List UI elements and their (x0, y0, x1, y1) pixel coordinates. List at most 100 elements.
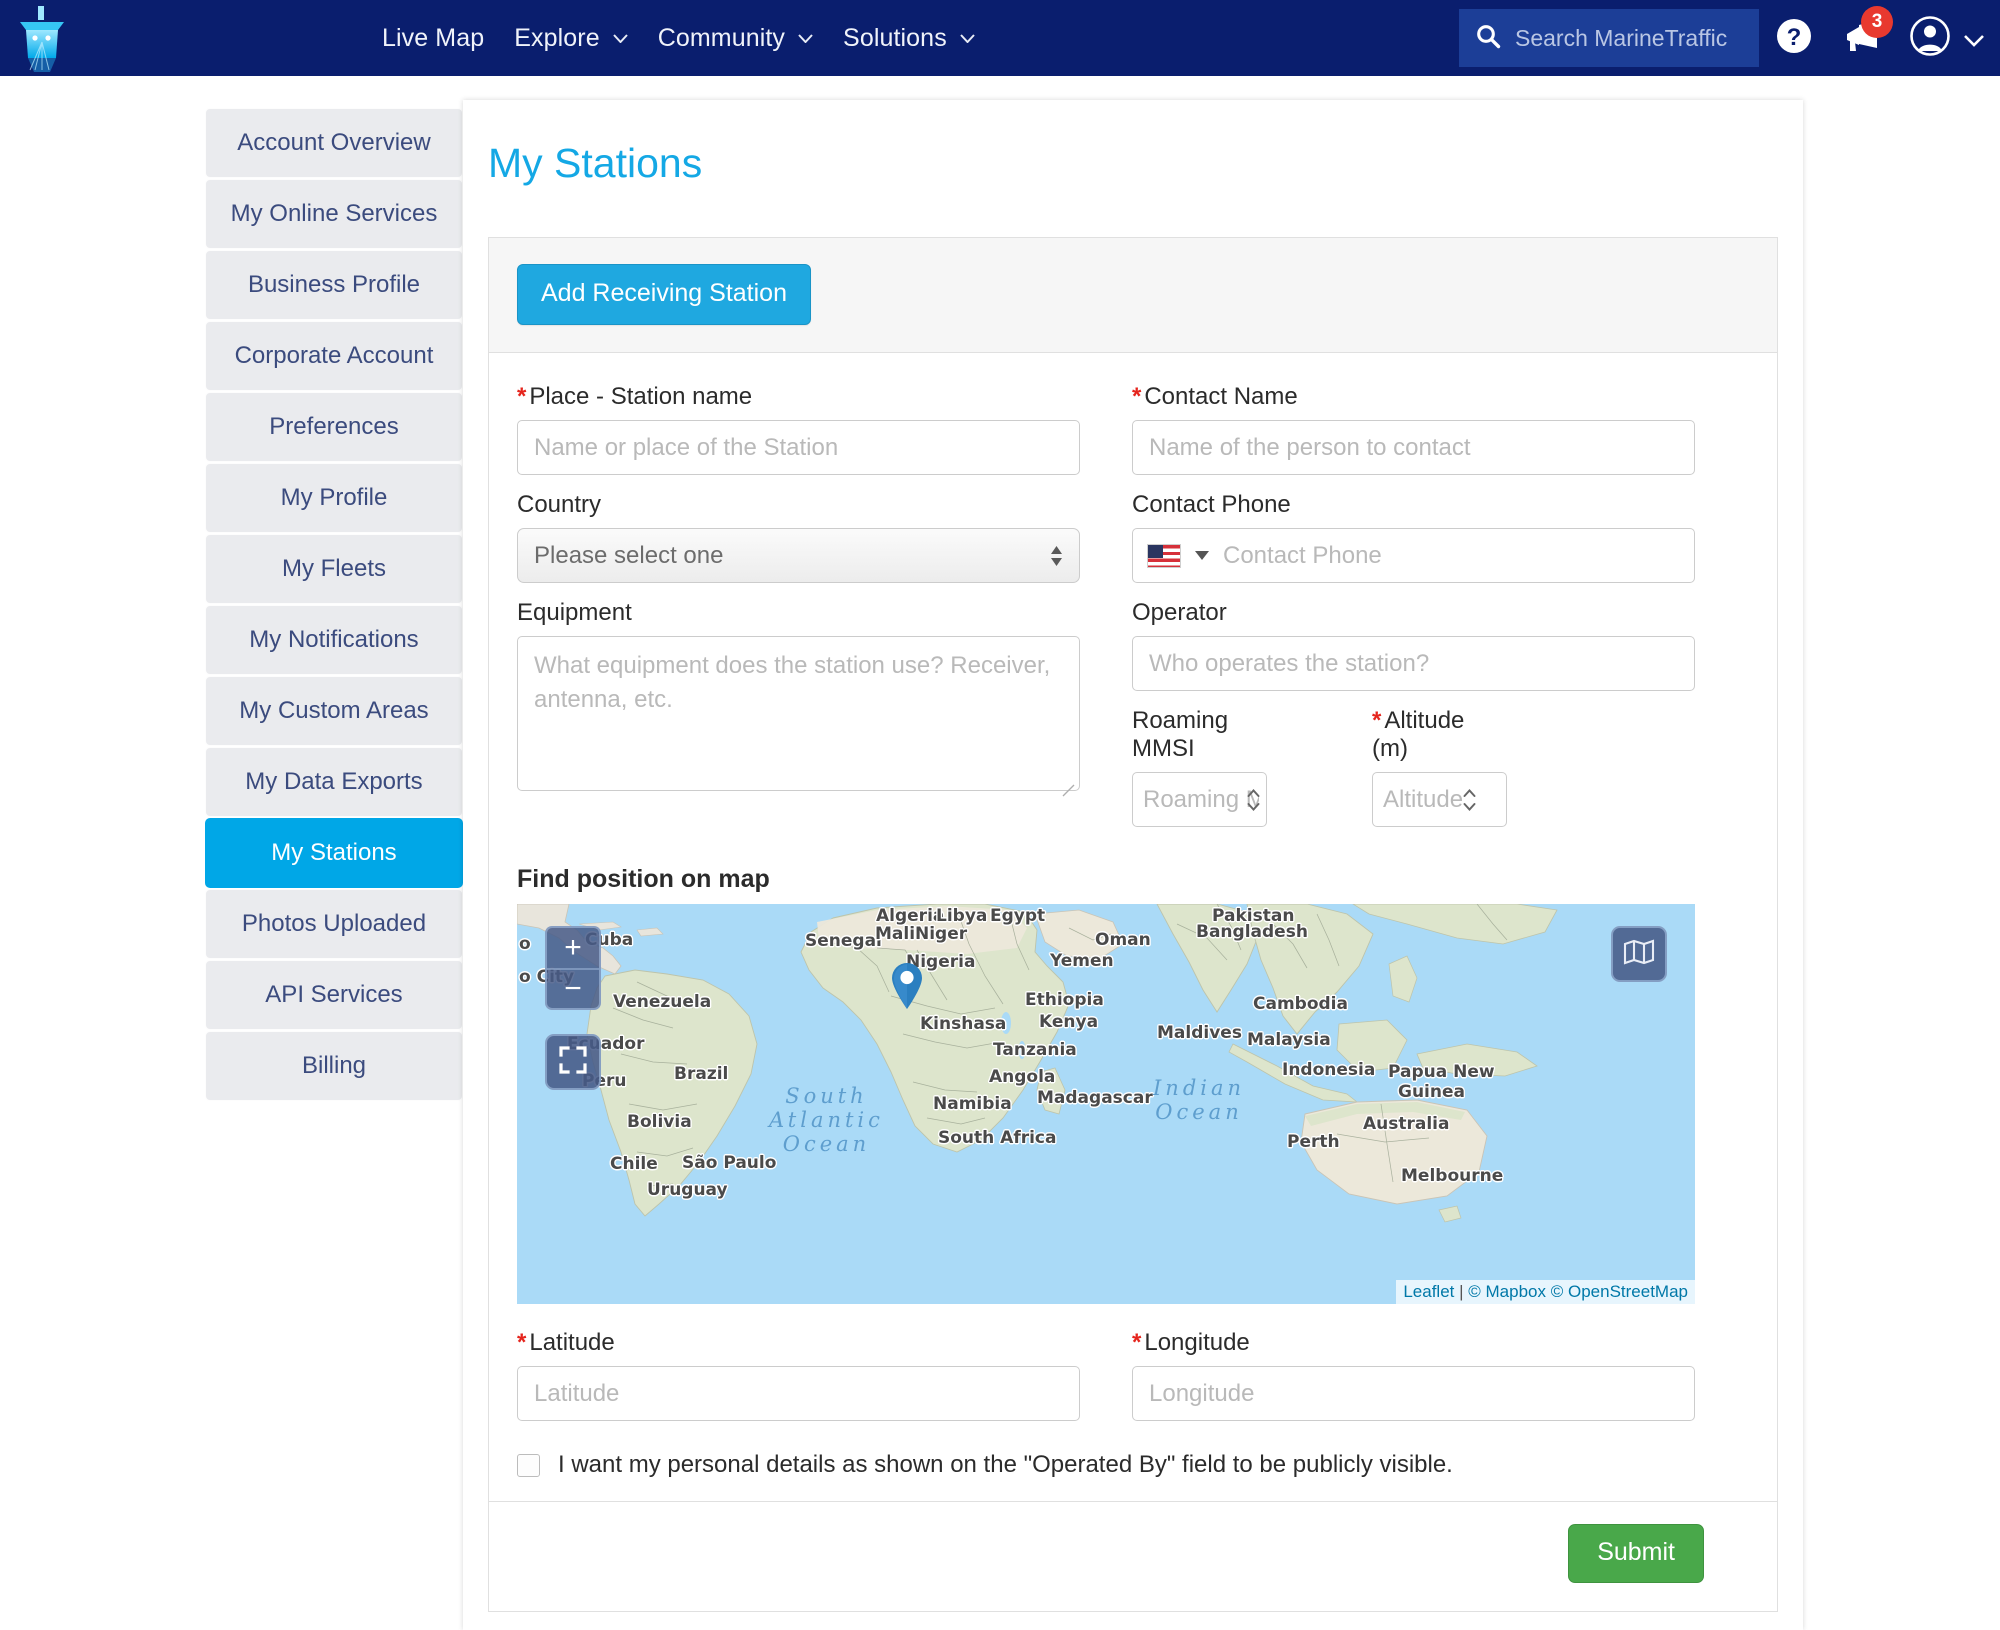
chevron-down-icon (1195, 551, 1209, 560)
nav-item-community[interactable]: Community (658, 24, 813, 53)
operator-input[interactable]: Who operates the station? (1132, 636, 1695, 691)
fullscreen-button[interactable] (545, 1034, 601, 1090)
number-stepper-icon[interactable] (1247, 788, 1260, 812)
public-details-row[interactable]: I want my personal details as shown on t… (517, 1451, 1749, 1479)
sidebar-item-corporate-account[interactable]: Corporate Account (205, 321, 463, 391)
chevron-down-icon (613, 34, 628, 43)
sidebar-item-my-profile[interactable]: My Profile (205, 463, 463, 533)
mmsi-altitude-row: Roaming MMSI Roaming MMSI (1132, 707, 1695, 843)
us-flag-icon (1147, 544, 1181, 568)
field-roaming-mmsi: Roaming MMSI Roaming MMSI (1132, 707, 1267, 827)
sidebar-item-my-data-exports[interactable]: My Data Exports (205, 747, 463, 817)
latitude-input[interactable]: Latitude (517, 1366, 1080, 1421)
sidebar-item-label: Preferences (269, 413, 398, 441)
page-title: My Stations (488, 140, 1803, 187)
longitude-label: *Longitude (1132, 1329, 1695, 1357)
sidebar-item-my-online-services[interactable]: My Online Services (205, 179, 463, 249)
coordinates-row: * Latitude Latitude *Longitude Longitude (517, 1329, 1749, 1421)
sidebar-item-my-fleets[interactable]: My Fleets (205, 534, 463, 604)
roaming-mmsi-input[interactable]: Roaming MMSI (1132, 772, 1267, 827)
fullscreen-icon (558, 1045, 588, 1080)
sidebar-item-my-stations[interactable]: My Stations (205, 818, 463, 888)
announcements-button[interactable]: 3 (1829, 0, 1899, 76)
chevron-down-icon (1963, 34, 1978, 43)
required-asterisk: * (517, 383, 526, 410)
station-form: *Place - Station name Name or place of t… (489, 353, 1777, 1611)
nav-item-solutions[interactable]: Solutions (843, 24, 975, 53)
contact-name-input[interactable]: Name of the person to contact (1132, 420, 1695, 475)
help-button[interactable]: ? (1759, 0, 1829, 76)
sidebar-item-label: API Services (265, 981, 402, 1009)
country-select[interactable]: Please select one (517, 528, 1080, 583)
sidebar-item-label: Account Overview (237, 129, 430, 157)
resize-handle-icon[interactable] (1061, 773, 1075, 787)
number-stepper-icon[interactable] (1463, 788, 1476, 812)
altitude-input[interactable]: Altitude (1372, 772, 1507, 827)
phone-country-selector[interactable] (1133, 544, 1209, 568)
nav-item-live-map[interactable]: Live Map (382, 24, 484, 53)
location-marker-icon[interactable] (890, 962, 924, 1010)
zoom-out-button[interactable]: − (547, 968, 599, 1008)
field-contact-phone: Contact Phone Contact Phone (1132, 491, 1695, 583)
operator-label: Operator (1132, 599, 1695, 627)
station-name-input[interactable]: Name or place of the Station (517, 420, 1080, 475)
label-text: Latitude (529, 1329, 614, 1356)
sidebar-item-label: My Fleets (282, 555, 386, 583)
sidebar-item-preferences[interactable]: Preferences (205, 392, 463, 462)
zoom-in-button[interactable]: + (547, 928, 599, 968)
position-picker-map[interactable]: oo CityCubaVenezuelaEcuadorPeruBrazilBol… (517, 904, 1695, 1304)
chevron-down-icon (798, 34, 813, 43)
station-name-label: *Place - Station name (517, 383, 1080, 411)
contact-phone-label: Contact Phone (1132, 491, 1695, 519)
longitude-input[interactable]: Longitude (1132, 1366, 1695, 1421)
search-icon (1475, 23, 1501, 54)
sidebar-item-label: Billing (302, 1052, 366, 1080)
form-two-column-grid: *Place - Station name Name or place of t… (517, 383, 1749, 843)
placeholder-text: Altitude (1383, 786, 1463, 814)
nav-item-label: Explore (514, 24, 599, 53)
sidebar-item-billing[interactable]: Billing (205, 1031, 463, 1101)
placeholder-text: Latitude (534, 1380, 619, 1408)
public-details-checkbox[interactable] (517, 1454, 540, 1477)
sidebar-item-label: Photos Uploaded (242, 910, 426, 938)
nav-item-label: Solutions (843, 24, 947, 53)
sidebar-item-api-services[interactable]: API Services (205, 960, 463, 1030)
nav-item-explore[interactable]: Explore (514, 24, 627, 53)
label-text: Place - Station name (529, 383, 752, 410)
mapbox-link[interactable]: © Mapbox (1468, 1282, 1546, 1301)
main-nav-links: Live Map Explore Community Solutions (382, 24, 975, 53)
notification-badge: 3 (1861, 6, 1893, 38)
contact-phone-input[interactable]: Contact Phone (1132, 528, 1695, 583)
sidebar-item-photos-uploaded[interactable]: Photos Uploaded (205, 889, 463, 959)
map-landmass-shapes (517, 904, 1695, 1304)
placeholder-text: Name of the person to contact (1149, 434, 1471, 462)
help-circle-icon: ? (1775, 17, 1813, 60)
sidebar-item-my-notifications[interactable]: My Notifications (205, 605, 463, 675)
sidebar-item-label: My Stations (271, 839, 396, 867)
contact-name-label: *Contact Name (1132, 383, 1695, 411)
placeholder-text: Contact Phone (1223, 542, 1382, 570)
sidebar-item-business-profile[interactable]: Business Profile (205, 250, 463, 320)
sidebar-item-label: My Custom Areas (239, 697, 428, 725)
svg-text:?: ? (1787, 24, 1802, 51)
user-circle-icon (1909, 15, 1951, 62)
search-input[interactable]: Search MarineTraffic (1459, 9, 1759, 67)
map-section-label: Find position on map (517, 865, 1749, 894)
sidebar-item-account-overview[interactable]: Account Overview (205, 108, 463, 178)
equipment-textarea[interactable]: What equipment does the station use? Rec… (517, 636, 1080, 791)
map-attribution: Leaflet | © Mapbox © OpenStreetMap (1396, 1280, 1695, 1304)
altitude-label: *Altitude (m) (1372, 707, 1507, 763)
openstreetmap-link[interactable]: © OpenStreetMap (1551, 1282, 1688, 1301)
leaflet-link[interactable]: Leaflet (1403, 1282, 1454, 1301)
attribution-separator: | (1459, 1282, 1463, 1301)
account-menu-button[interactable] (1899, 15, 1978, 62)
field-longitude: *Longitude Longitude (1132, 1329, 1695, 1421)
marinetraffic-ship-logo[interactable] (8, 0, 82, 76)
roaming-mmsi-label: Roaming MMSI (1132, 707, 1267, 763)
submit-button[interactable]: Submit (1568, 1524, 1704, 1583)
required-asterisk: * (1132, 1329, 1141, 1356)
sidebar-item-my-custom-areas[interactable]: My Custom Areas (205, 676, 463, 746)
map-layers-button[interactable] (1611, 926, 1667, 982)
label-text: Contact Name (1144, 383, 1297, 410)
add-receiving-station-button[interactable]: Add Receiving Station (517, 264, 811, 325)
